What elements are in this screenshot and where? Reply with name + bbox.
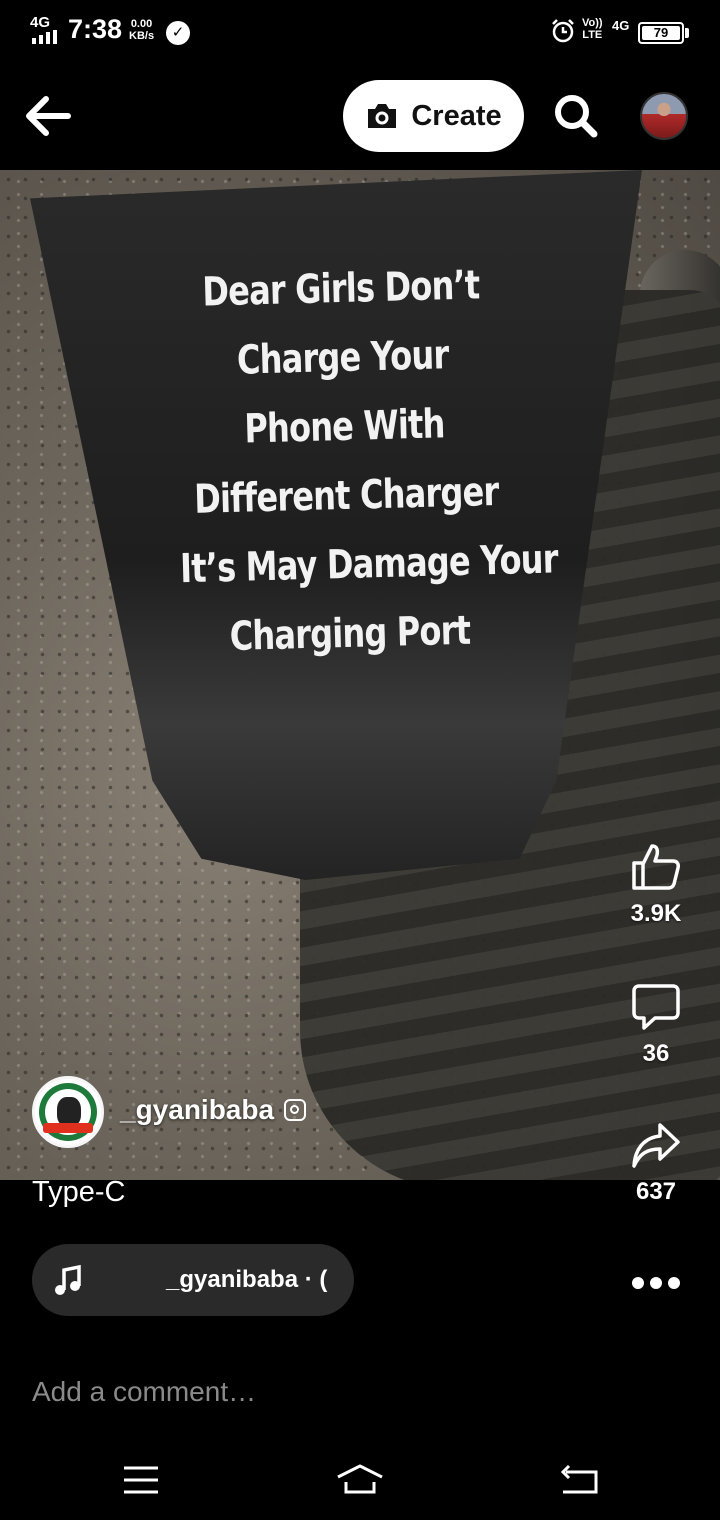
like-button[interactable]: 3.9K xyxy=(616,842,696,928)
volte-top: Vo)) xyxy=(582,17,603,29)
top-bar: Create xyxy=(0,64,720,170)
music-text: _gyanibaba · ( xyxy=(166,1266,328,1293)
menu-icon[interactable] xyxy=(116,1460,166,1500)
share-icon xyxy=(632,1123,680,1168)
avatar-badge xyxy=(43,1123,93,1133)
video-player[interactable]: Dear Girls Don’t Charge Your Phone With … xyxy=(0,170,720,1180)
search-icon[interactable] xyxy=(552,92,602,142)
thumbs-up-icon xyxy=(632,844,680,890)
mudflap-line: Dear Girls Don’t xyxy=(201,262,480,316)
speed-unit: KB/s xyxy=(129,30,155,42)
music-button[interactable]: _gyanibaba · ( xyxy=(32,1244,354,1316)
alarm-icon xyxy=(552,19,574,43)
mudflap-line: It’s May Damage Your xyxy=(179,536,559,593)
caption[interactable]: Type-C xyxy=(32,1176,125,1209)
dot xyxy=(632,1277,644,1289)
battery-icon: 79 xyxy=(638,22,684,44)
author-name[interactable]: _gyanibaba xyxy=(120,1094,274,1126)
like-count: 3.9K xyxy=(630,900,682,927)
arrow-left-icon[interactable] xyxy=(22,92,74,140)
battery-level: 79 xyxy=(642,26,680,40)
share-button[interactable]: 637 xyxy=(616,1122,696,1206)
speed-value: 0.00 xyxy=(130,18,153,30)
camera-icon xyxy=(368,104,397,128)
dot xyxy=(650,1277,662,1289)
comment-count: 36 xyxy=(642,1040,670,1067)
author-avatar[interactable] xyxy=(32,1076,104,1148)
system-nav-bar xyxy=(0,1440,720,1520)
network-type: 4G xyxy=(30,14,51,31)
profile-avatar[interactable] xyxy=(640,92,688,140)
status-bar: 4G 7:38 0.00 KB/s ✓ Vo)) LTE 4G 79 xyxy=(0,0,720,64)
share-count: 637 xyxy=(635,1178,677,1205)
volte-bottom: LTE xyxy=(582,29,603,41)
mudflap-line: Charge Your xyxy=(236,332,449,384)
network-speed: 0.00 KB/s xyxy=(129,18,154,42)
signal-icon xyxy=(32,30,57,44)
network-type-right: 4G xyxy=(612,18,630,33)
mudflap-line: Charging Port xyxy=(229,607,471,661)
dot xyxy=(668,1277,680,1289)
home-icon[interactable] xyxy=(335,1460,385,1500)
check-circle-icon: ✓ xyxy=(166,21,190,45)
mudflap-line: Different Charger xyxy=(193,468,499,523)
more-options-button[interactable] xyxy=(628,1270,684,1296)
battery-tip xyxy=(685,28,689,38)
volte-indicator: Vo)) LTE xyxy=(582,17,603,41)
mudflap-text: Dear Girls Don’t Charge Your Phone With … xyxy=(172,251,559,674)
create-label: Create xyxy=(411,99,502,132)
clock: 7:38 xyxy=(68,14,123,44)
instagram-icon xyxy=(284,1099,306,1121)
create-button[interactable]: Create xyxy=(343,80,524,152)
music-note-icon xyxy=(55,1264,81,1295)
comment-input[interactable] xyxy=(32,1370,672,1414)
comment-button[interactable]: 36 xyxy=(616,982,696,1068)
mudflap-line: Phone With xyxy=(243,401,446,453)
comment-icon xyxy=(632,984,680,1030)
back-nav-icon[interactable] xyxy=(554,1460,604,1500)
